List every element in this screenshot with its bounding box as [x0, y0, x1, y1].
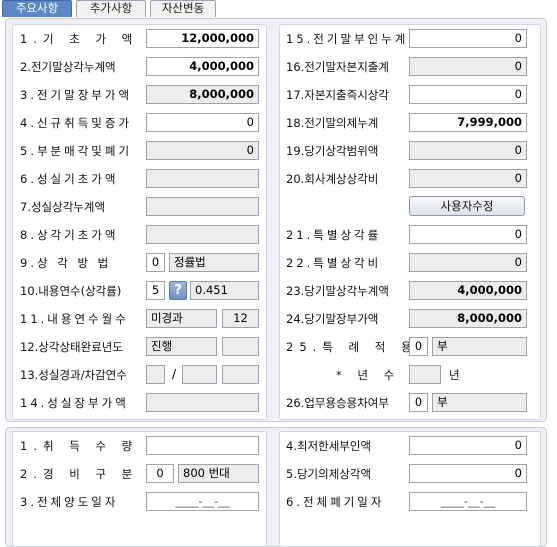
prior-book-value-field: 8,000,000 [146, 85, 259, 104]
company-depr-field: 0 [409, 169, 527, 188]
tab-additional[interactable]: 추가사항 [76, 0, 146, 17]
deemed-depr-field[interactable]: 0 [409, 464, 527, 483]
special-depr-field: 0 [409, 253, 527, 272]
capex-immediate-field[interactable]: 0 [409, 85, 527, 104]
current-accum-field: 4,000,000 [409, 281, 527, 300]
tab-bar: 주요사항 추가사항 자산변동 [0, 0, 557, 17]
slash-separator: / [172, 367, 177, 381]
faithful-book-value-field [146, 393, 259, 412]
tab-asset-change[interactable]: 자산변동 [150, 0, 216, 17]
special-apply-name-field: 부 [432, 337, 527, 356]
label-faithful-accum: 7.성실상각누계액 [20, 200, 106, 214]
label-faithful-book-value: 14.성실장부가액 [20, 396, 129, 410]
depr-status-field: 진행 [146, 337, 217, 356]
label-depr-base: 8.상각기초가액 [20, 228, 119, 242]
help-icon[interactable]: ? [169, 281, 187, 300]
label-capex-immediate: 17.자본지출즉시상각 [286, 88, 389, 102]
special-apply-code-field[interactable]: 0 [409, 337, 428, 356]
label-prior-capex: 16.전기말자본지출계 [286, 60, 389, 74]
label-prior-deemed: 18.전기말의제누계 [286, 116, 379, 130]
business-car-code-field[interactable]: 0 [409, 393, 428, 412]
label-partial-disposal: 5.부분매각및폐기 [20, 144, 133, 158]
label-special-rate: 21.특별상각률 [286, 228, 382, 242]
label-faithful-base: 6.성실기초가액 [20, 172, 119, 186]
label-expense-type: 2.경 비 구 분 [20, 467, 139, 481]
min-tax-disallowed-field[interactable]: 0 [409, 436, 527, 455]
new-acquisition-field[interactable]: 0 [146, 113, 259, 132]
label-opening-value: 1.기 초 가 액 [20, 32, 139, 46]
prior-deemed-field[interactable]: 7,999,000 [409, 113, 527, 132]
expense-type-name-field: 800 번대 [178, 464, 259, 483]
label-useful-life: 10.내용연수(상각률) [20, 284, 122, 298]
faithful-accum-field [146, 197, 259, 216]
faithful-base-field [146, 169, 259, 188]
depr-method-code-field[interactable]: 0 [146, 253, 165, 272]
label-current-accum: 23.당기말상각누계액 [286, 284, 389, 298]
opening-value-field[interactable]: 12,000,000 [146, 29, 259, 48]
special-rate-field[interactable]: 0 [409, 225, 527, 244]
expense-type-code-field[interactable]: 0 [146, 464, 174, 483]
label-useful-months: 11.내용연수월수 [20, 312, 129, 326]
label-current-book-value: 24.당기말장부가액 [286, 312, 379, 326]
label-business-car: 26.업무용승용차여부 [286, 396, 389, 410]
useful-months-status-field: 미경과 [146, 309, 217, 328]
depr-rate-field: 0.451 [190, 281, 259, 300]
prior-disallowed-field[interactable]: 0 [409, 29, 527, 48]
prior-capex-field: 0 [409, 57, 527, 76]
label-min-tax-disallowed: 4.최저한세부인액 [286, 439, 372, 453]
label-new-acquisition: 4.신규취득및증가 [20, 116, 133, 130]
partial-disposal-field: 0 [146, 141, 259, 160]
useful-months-field: 12 [222, 309, 259, 328]
depr-base-field [146, 225, 259, 244]
label-years: * 년 수 [336, 368, 401, 382]
faithful-elapsed-field [146, 365, 165, 384]
label-deemed-depr: 5.당기의제상각액 [286, 467, 372, 481]
label-acquired-qty: 1.취 득 수 량 [20, 439, 139, 453]
label-company-depr: 20.회사계상상각비 [286, 172, 379, 186]
disposal-date-field[interactable]: ____-__-__ [409, 492, 527, 511]
label-depr-method: 9.상 각 방 법 [20, 256, 112, 270]
useful-life-years-field[interactable]: 5 [146, 281, 165, 300]
faithful-deduct-field [182, 365, 217, 384]
label-transfer-date: 3.전체양도일자 [20, 495, 119, 509]
business-car-name-field: 부 [432, 393, 527, 412]
label-prior-accum-depr: 2.전기말상각누계액 [20, 60, 116, 74]
user-edit-button[interactable]: 사용자수정 [409, 196, 525, 216]
acquired-qty-field[interactable] [146, 436, 259, 455]
faithful-extra-field [222, 365, 259, 384]
prior-accum-depr-field[interactable]: 4,000,000 [146, 57, 259, 76]
label-disposal-date: 6.전체폐기일자 [286, 495, 385, 509]
years-field [409, 365, 441, 384]
depr-limit-field: 0 [409, 141, 527, 160]
label-depr-limit: 19.당기상각범위액 [286, 144, 379, 158]
current-book-value-field: 8,000,000 [409, 309, 527, 328]
tab-main[interactable]: 주요사항 [2, 0, 72, 17]
label-years-unit: 년 [449, 368, 460, 382]
label-faithful-elapsed: 13.성실경과/차감연수 [20, 368, 127, 382]
label-prior-disallowed: 15.전기말부인누계 [286, 32, 409, 46]
label-depr-completion-year: 12.상각상태완료년도 [20, 340, 123, 354]
label-prior-book-value: 3.전기말장부가액 [20, 88, 133, 102]
label-special-apply: 25.특 례 적 용 [286, 340, 418, 354]
depr-method-name-field: 정률법 [169, 253, 259, 272]
completion-year-field [222, 337, 259, 356]
label-special-depr: 22.특별상각비 [286, 256, 382, 270]
transfer-date-field[interactable]: ____-__-__ [146, 492, 259, 511]
